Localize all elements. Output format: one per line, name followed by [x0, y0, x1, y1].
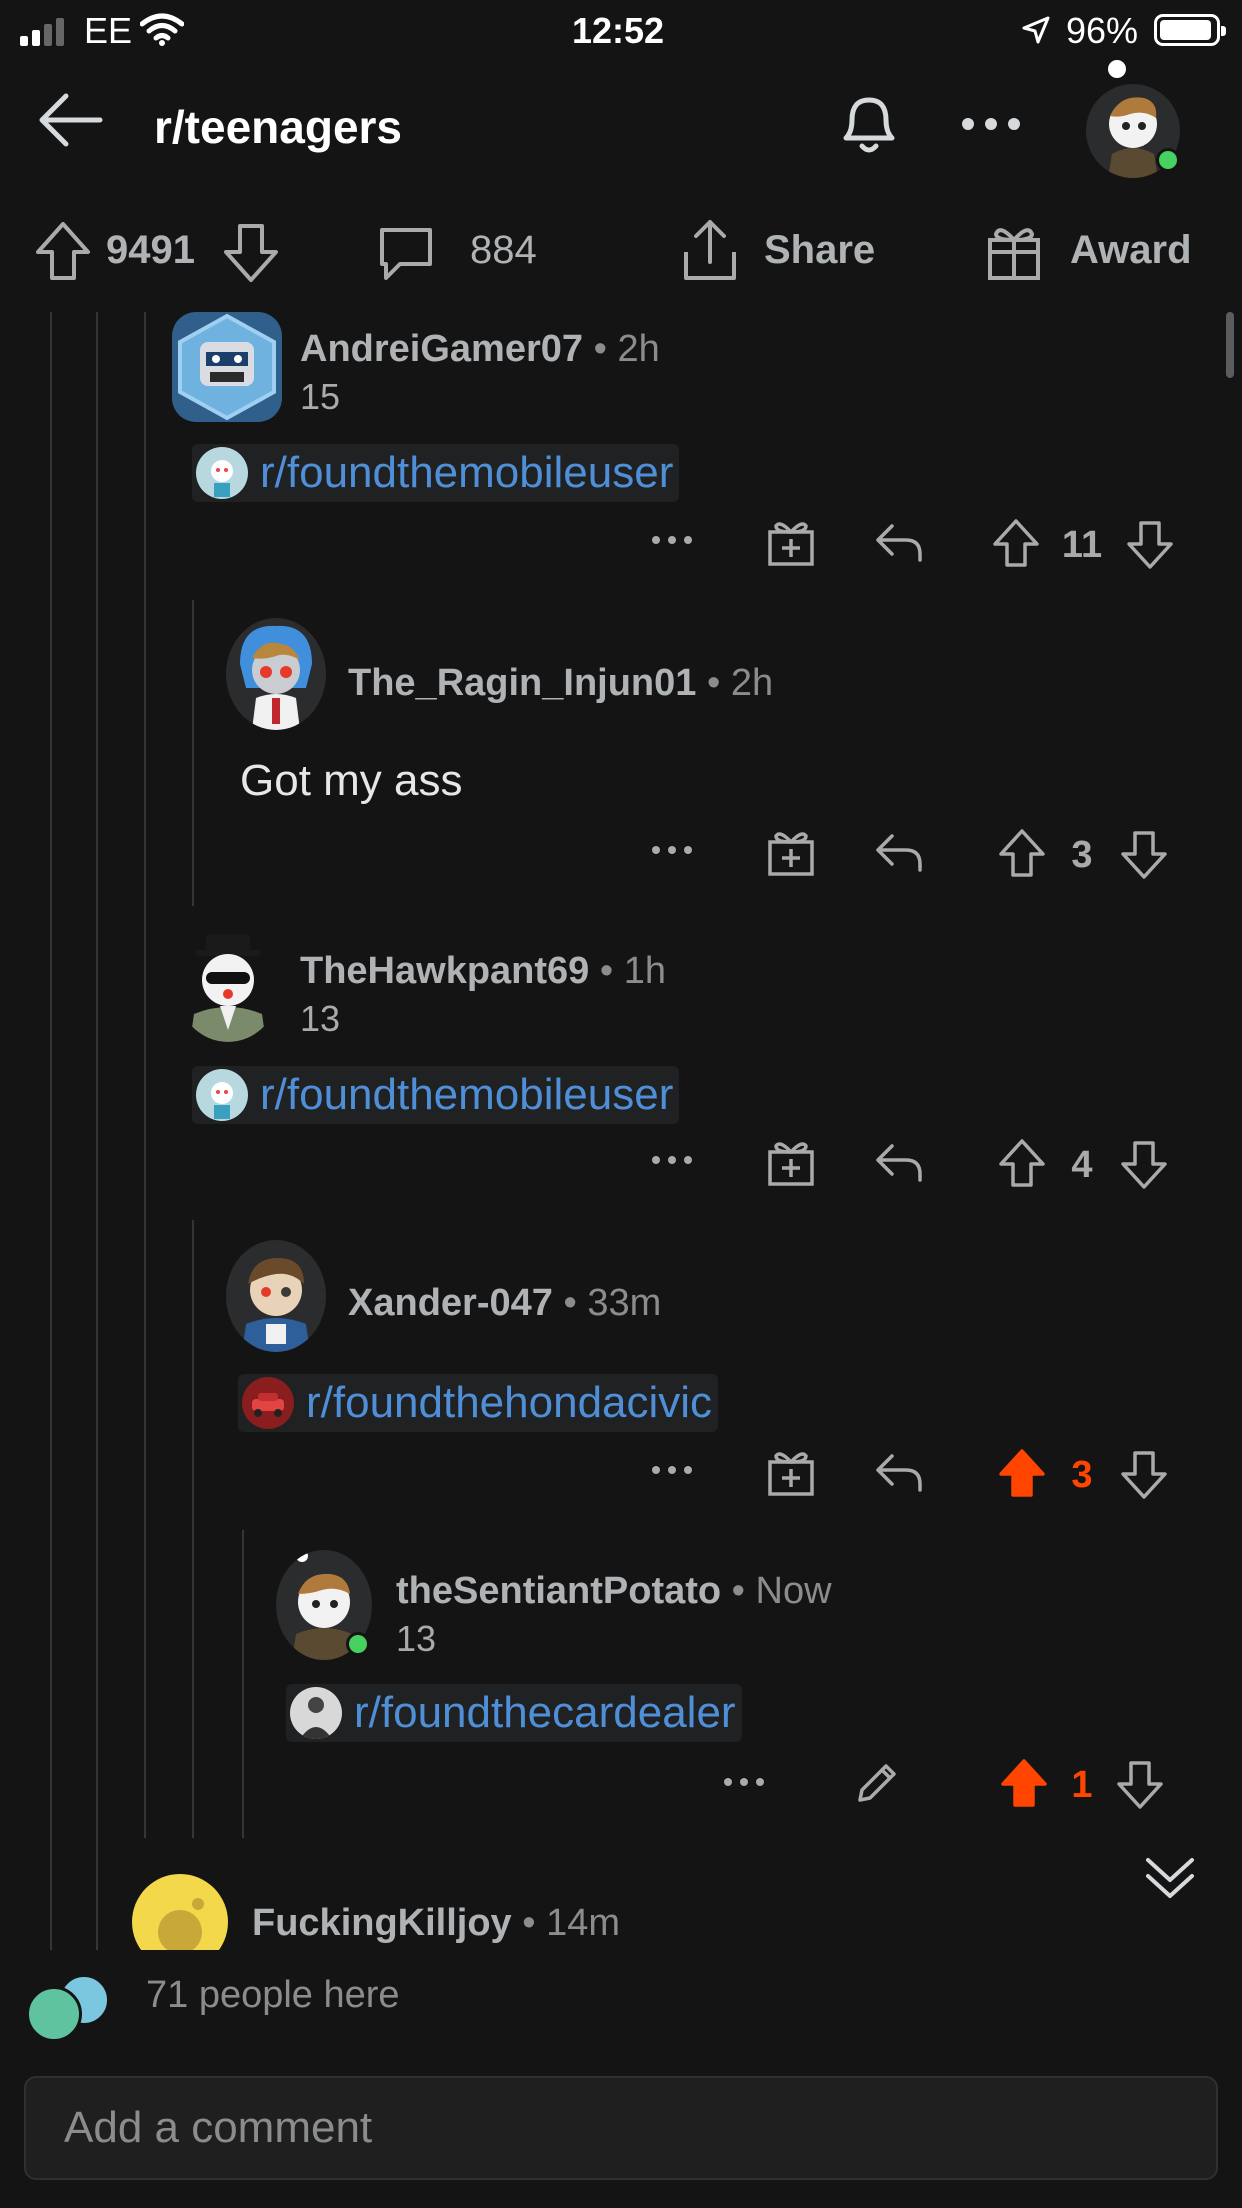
commenter-avatar[interactable] [226, 618, 326, 730]
downvote-arrow-icon[interactable] [1126, 520, 1174, 570]
downvote-arrow-icon[interactable] [1120, 830, 1168, 880]
comment-body: Got my ass [240, 756, 463, 805]
chevron-down-icon[interactable] [1142, 1850, 1198, 1906]
edit-pencil-icon[interactable] [852, 1758, 902, 1808]
upvote-arrow-icon[interactable] [34, 220, 92, 282]
subreddit-icon [242, 1377, 294, 1429]
downvote-arrow-icon[interactable] [1120, 1450, 1168, 1500]
wifi-icon [140, 13, 184, 46]
comment-more-icon[interactable] [650, 532, 694, 548]
downvote-arrow-icon[interactable] [222, 222, 280, 284]
presence-avatar [26, 1986, 82, 2042]
award-gift-icon[interactable] [766, 1448, 816, 1498]
location-arrow-icon [1022, 16, 1050, 44]
subreddit-icon [196, 1069, 248, 1121]
award-gift-icon[interactable] [984, 222, 1044, 282]
subreddit-link[interactable]: r/foundthemobileuser [192, 1066, 680, 1124]
comment-bubble-icon[interactable] [374, 220, 438, 284]
upvote-arrow-active-icon[interactable] [998, 1448, 1046, 1498]
award-gift-icon[interactable] [766, 828, 816, 878]
award-button[interactable]: Award [1070, 228, 1192, 273]
clock: 12:52 [572, 10, 665, 51]
reply-icon[interactable] [874, 1450, 926, 1494]
comment-username[interactable]: AndreiGamer07 • 2h [300, 328, 660, 371]
add-comment-input[interactable] [26, 2078, 1216, 2178]
thread-line[interactable] [96, 312, 98, 1952]
status-bar: EE 12:52 96% [0, 0, 1242, 62]
subreddit-link[interactable]: r/foundthehondacivic [238, 1374, 719, 1432]
upvote-arrow-icon[interactable] [998, 828, 1046, 878]
share-icon[interactable] [678, 218, 742, 284]
battery-percent: 96% [1066, 10, 1139, 51]
upvote-arrow-icon[interactable] [998, 1138, 1046, 1188]
commenter-avatar[interactable] [172, 312, 282, 422]
comment-vote-count: 3 [1071, 834, 1093, 876]
commenter-avatar[interactable] [176, 930, 280, 1042]
user-flair: 15 [300, 376, 341, 417]
user-flair: 13 [300, 998, 341, 1039]
comment-vote-count: 3 [1071, 1454, 1093, 1496]
carrier-label: EE [84, 10, 133, 51]
reply-icon[interactable] [874, 520, 926, 564]
subreddit-title[interactable]: r/teenagers [154, 100, 402, 154]
post-action-bar: 9491 884 Share Award [0, 200, 1242, 306]
subreddit-icon [196, 447, 248, 499]
share-button[interactable]: Share [764, 228, 875, 273]
comment-username[interactable]: FuckingKilljoy • 14m [252, 1902, 620, 1945]
comment-vote-count: 11 [1061, 524, 1103, 566]
comment-more-icon[interactable] [650, 842, 694, 858]
thread-line[interactable] [192, 1220, 194, 1838]
comment-composer [24, 2076, 1218, 2180]
scrollbar-thumb[interactable] [1226, 312, 1234, 378]
upvote-arrow-icon[interactable] [992, 518, 1040, 568]
home-indicator [0, 2198, 1242, 2208]
online-status-dot [1156, 148, 1180, 172]
downvote-arrow-icon[interactable] [1120, 1140, 1168, 1190]
comment-username[interactable]: theSentiantPotato • Now [396, 1570, 832, 1613]
top-header: r/teenagers [0, 60, 1242, 192]
commenter-avatar[interactable] [226, 1240, 326, 1352]
subreddit-link[interactable]: r/foundthecardealer [286, 1684, 742, 1742]
reply-icon[interactable] [874, 830, 926, 874]
thread-line[interactable] [242, 1530, 244, 1838]
online-status-dot [346, 1632, 370, 1656]
people-here-count: 71 people here [146, 1974, 400, 2016]
downvote-arrow-icon[interactable] [1116, 1760, 1164, 1810]
subreddit-link[interactable]: r/foundthemobileuser [192, 444, 680, 502]
comment-vote-count: 4 [1071, 1144, 1093, 1186]
cellular-signal-icon [20, 14, 72, 46]
thread-line[interactable] [144, 312, 146, 1838]
user-flair: 13 [396, 1618, 437, 1659]
comment-vote-count: 1 [1071, 1764, 1093, 1806]
award-gift-icon[interactable] [766, 518, 816, 568]
back-arrow-icon[interactable] [34, 84, 106, 156]
comment-more-icon[interactable] [650, 1152, 694, 1168]
award-gift-icon[interactable] [766, 1138, 816, 1188]
comment-more-icon[interactable] [650, 1462, 694, 1478]
avatar-antenna-icon [1108, 60, 1126, 78]
battery-icon [1154, 14, 1226, 46]
comment-username[interactable]: TheHawkpant69 • 1h [300, 950, 666, 993]
reply-icon[interactable] [874, 1140, 926, 1184]
thread-line[interactable] [50, 312, 52, 1952]
comment-username[interactable]: The_Ragin_Injun01 • 2h [348, 662, 773, 705]
comment-username[interactable]: Xander-047 • 33m [348, 1282, 661, 1325]
post-comment-count: 884 [470, 228, 537, 272]
bell-icon[interactable] [832, 86, 906, 160]
presence-bar: 71 people here [0, 1950, 1242, 2042]
more-options-icon[interactable] [958, 112, 1024, 136]
comment-more-icon[interactable] [722, 1774, 766, 1790]
post-vote-count: 9491 [106, 228, 195, 272]
thread-line[interactable] [192, 600, 194, 906]
subreddit-icon [290, 1687, 342, 1739]
upvote-arrow-active-icon[interactable] [1000, 1758, 1048, 1808]
